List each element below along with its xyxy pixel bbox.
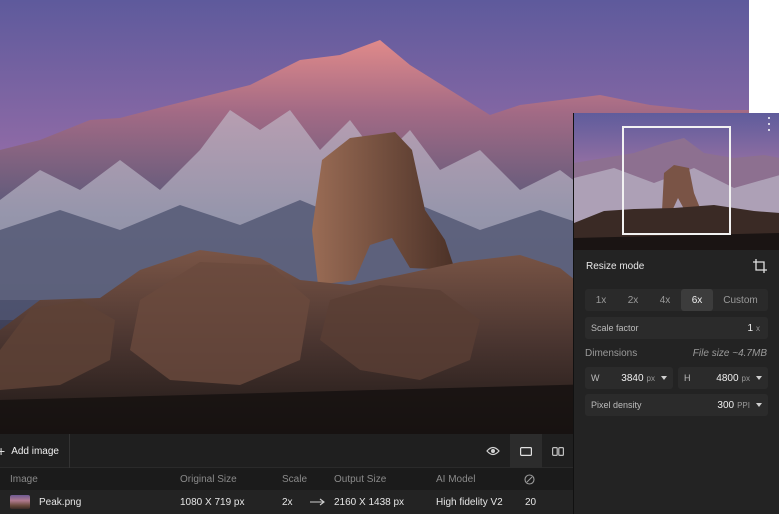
- width-label: W: [591, 373, 600, 383]
- resize-mode-title: Resize mode: [586, 261, 645, 272]
- row-scale: 2x: [282, 496, 293, 508]
- settings-icon: [524, 473, 535, 485]
- dimensions-title: Dimensions: [585, 348, 638, 359]
- row-original-size: 1080 X 719 px: [180, 496, 245, 508]
- mode-4x-button[interactable]: 4x: [649, 289, 681, 311]
- column-header-output-size[interactable]: Output Size: [334, 469, 386, 489]
- row-ai-model: High fidelity V2: [436, 496, 503, 508]
- width-unit: px: [646, 373, 655, 383]
- resize-mode-selector: 1x 2x 4x 6x Custom: [585, 289, 768, 311]
- scale-factor-field[interactable]: Scale factor 1 x: [585, 317, 768, 339]
- viewport-frame[interactable]: [622, 126, 731, 235]
- row-output-size: 2160 X 1438 px: [334, 496, 405, 508]
- row-count: 20: [525, 496, 537, 508]
- split-view-button[interactable]: [542, 434, 574, 468]
- column-header-original-size[interactable]: Original Size: [180, 469, 237, 489]
- row-image-name: Peak.png: [39, 496, 82, 508]
- width-value: 3840: [621, 372, 644, 384]
- add-image-label: Add image: [11, 445, 59, 457]
- caret-down-icon[interactable]: [661, 376, 667, 380]
- table-row[interactable]: Peak.png 1080 X 719 px 2x 2160 X 1438 px…: [0, 490, 573, 514]
- caret-down-icon[interactable]: [756, 403, 762, 407]
- column-header-scale[interactable]: Scale: [282, 469, 307, 489]
- pixel-density-unit: PPI: [737, 400, 750, 410]
- height-value: 4800: [716, 372, 739, 384]
- pixel-density-field[interactable]: Pixel density 300 PPI: [585, 394, 768, 416]
- height-label: H: [684, 373, 691, 383]
- column-header-image[interactable]: Image: [10, 469, 38, 489]
- single-view-button[interactable]: [510, 434, 542, 468]
- arrow-right-icon: [310, 490, 326, 514]
- add-image-button[interactable]: + Add image: [0, 434, 70, 468]
- height-field[interactable]: H 4800 px: [678, 367, 768, 389]
- file-size-label: File size ~4.7MB: [692, 348, 767, 359]
- width-field[interactable]: W 3840 px: [585, 367, 673, 389]
- column-header-settings[interactable]: [524, 469, 535, 489]
- column-header-ai-model[interactable]: AI Model: [436, 469, 475, 489]
- scale-factor-label: Scale factor: [591, 323, 639, 333]
- pixel-density-value: 300: [717, 399, 735, 411]
- caret-down-icon[interactable]: [756, 376, 762, 380]
- preview-toggle-button[interactable]: [477, 434, 509, 468]
- kebab-menu-icon[interactable]: [766, 117, 772, 131]
- pixel-density-label: Pixel density: [591, 400, 642, 410]
- mode-custom-button[interactable]: Custom: [713, 289, 768, 311]
- eye-icon: [486, 446, 500, 456]
- settings-panel: Resize mode 1x 2x 4x 6x Custom Scale fac…: [573, 113, 779, 514]
- plus-icon: +: [0, 443, 6, 459]
- table-header: Image Original Size Scale Output Size AI…: [0, 469, 573, 489]
- scale-factor-unit: x: [756, 323, 760, 333]
- mode-2x-button[interactable]: 2x: [617, 289, 649, 311]
- navigator-preview[interactable]: [574, 113, 779, 250]
- mode-1x-button[interactable]: 1x: [585, 289, 617, 311]
- height-unit: px: [741, 373, 750, 383]
- mode-6x-button[interactable]: 6x: [681, 289, 713, 311]
- split-view-icon: [552, 446, 564, 456]
- bottom-bar: + Add image Image Original Size Scale Ou…: [0, 434, 573, 514]
- crop-icon[interactable]: [753, 259, 767, 273]
- single-view-icon: [520, 446, 532, 456]
- toolbar: + Add image: [0, 434, 573, 468]
- image-thumbnail: [10, 490, 30, 514]
- scale-factor-value: 1: [747, 322, 753, 334]
